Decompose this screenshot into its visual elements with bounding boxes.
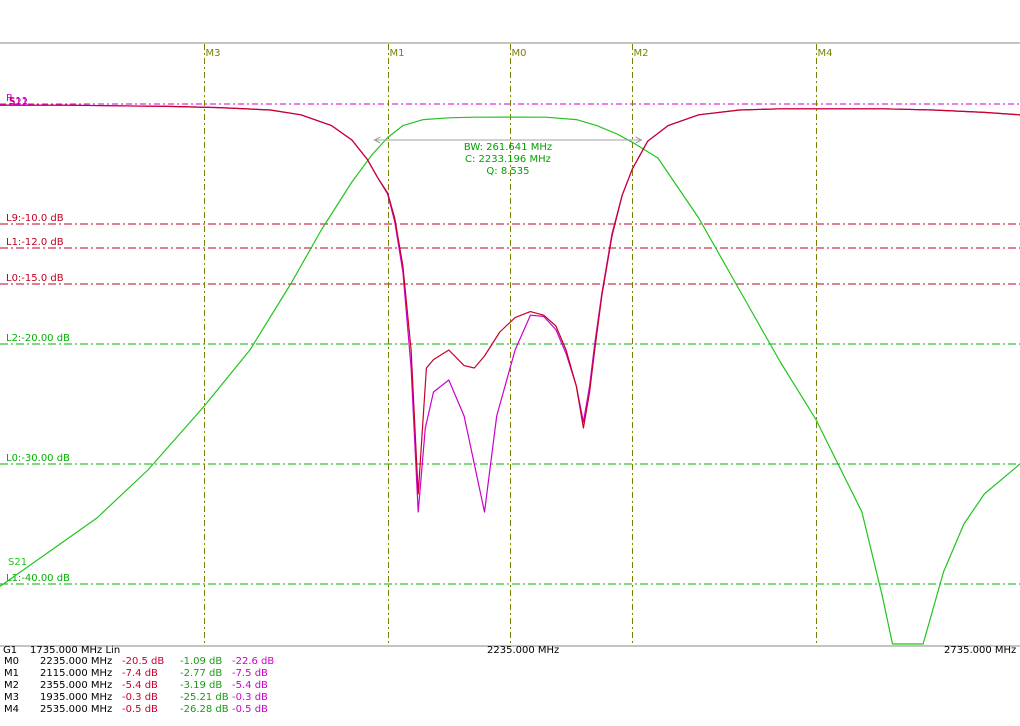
marker-s22: -7.5 dB	[232, 668, 268, 679]
s21-trace-label: S21	[8, 557, 27, 568]
bandwidth-q: Q: 8.535	[486, 166, 529, 177]
limit-label: L0:-30.00 dB	[6, 453, 70, 464]
marker-freq: 2235.000 MHz	[40, 656, 113, 667]
marker-name: M0	[4, 656, 19, 667]
limit-label: L1:-12.0 dB	[6, 237, 64, 248]
marker-s22: -22.6 dB	[232, 656, 275, 667]
marker-label: M4	[818, 48, 833, 59]
marker-name: M2	[4, 680, 19, 691]
marker-s11: -20.5 dB	[122, 656, 165, 667]
marker-s11: -7.4 dB	[122, 668, 158, 679]
marker-s22: -5.4 dB	[232, 680, 268, 691]
marker-label: M2	[634, 48, 649, 59]
s22-trace-label: S22	[9, 97, 28, 108]
bandwidth-center: C: 2233.196 MHz	[465, 154, 551, 165]
marker-s11: -0.5 dB	[122, 704, 158, 715]
limit-label: L0:-15.0 dB	[6, 273, 64, 284]
marker-name: M1	[4, 668, 19, 679]
marker-s11: -0.3 dB	[122, 692, 158, 703]
marker-s21: -2.77 dB	[180, 668, 223, 679]
marker-row-m4[interactable]: M4 2535.000 MHz -0.5 dB -26.28 dB -0.5 dB	[0, 704, 1020, 716]
marker-s21: -25.21 dB	[180, 692, 229, 703]
marker-s21: -26.28 dB	[180, 704, 229, 715]
marker-row-m3[interactable]: M3 1935.000 MHz -0.3 dB -25.21 dB -0.3 dB	[0, 692, 1020, 704]
marker-label: M0	[512, 48, 527, 59]
limit-label: L2:-20.00 dB	[6, 333, 70, 344]
marker-s22: -0.3 dB	[232, 692, 268, 703]
network-analyzer-plot: L9:-10.0 dB L1:-12.0 dB L0:-15.0 dB L2:-20.…	[0, 0, 1020, 648]
marker-name: M3	[4, 692, 19, 703]
marker-freq: 2115.000 MHz	[40, 668, 113, 679]
marker-name: M4	[4, 704, 19, 715]
bandwidth-bw: BW: 261.641 MHz	[464, 142, 552, 153]
marker-freq: 2535.000 MHz	[40, 704, 113, 715]
marker-freq: 2355.000 MHz	[40, 680, 113, 691]
marker-row-m2[interactable]: M2 2355.000 MHz -5.4 dB -3.19 dB -5.4 dB	[0, 680, 1020, 692]
marker-row-m1[interactable]: M1 2115.000 MHz -7.4 dB -2.77 dB -7.5 dB	[0, 668, 1020, 680]
marker-label: M1	[390, 48, 405, 59]
marker-label: M3	[206, 48, 221, 59]
marker-s22: -0.5 dB	[232, 704, 268, 715]
marker-s21: -3.19 dB	[180, 680, 223, 691]
marker-row-m0[interactable]: M0 2235.000 MHz -20.5 dB -1.09 dB -22.6 dB	[0, 656, 1020, 668]
limit-label: L9:-10.0 dB	[6, 213, 64, 224]
marker-freq: 1935.000 MHz	[40, 692, 113, 703]
marker-s11: -5.4 dB	[122, 680, 158, 691]
marker-s21: -1.09 dB	[180, 656, 223, 667]
